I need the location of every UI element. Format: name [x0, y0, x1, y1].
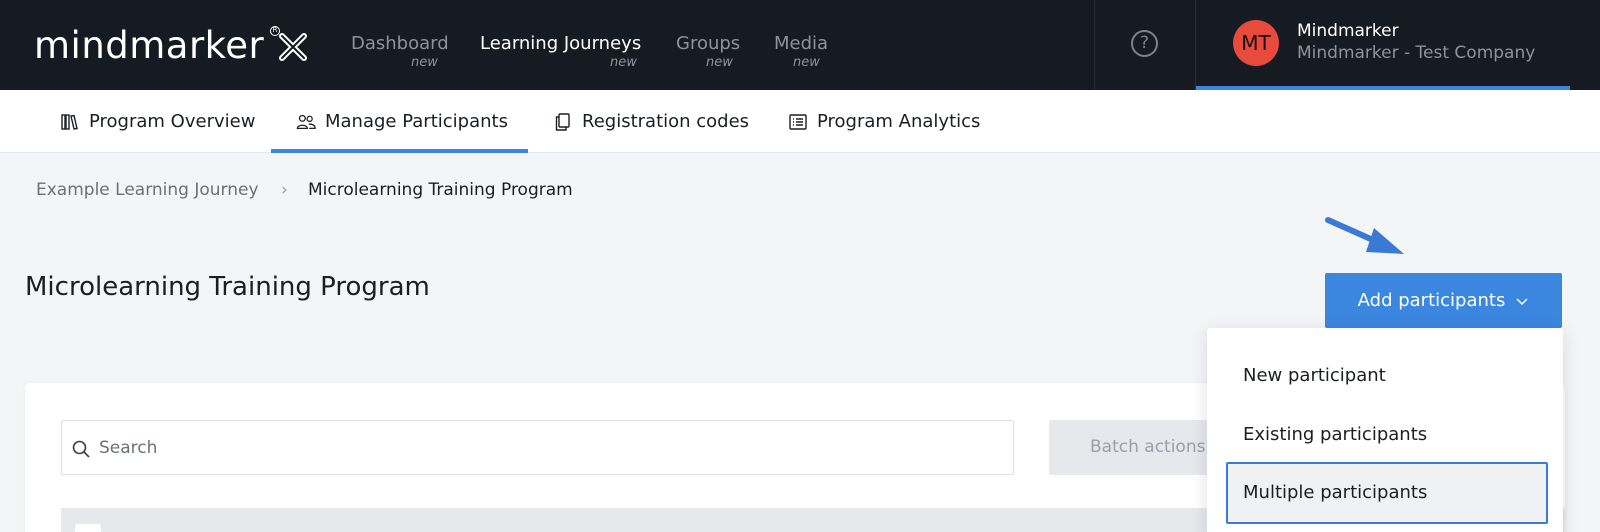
users-icon — [296, 114, 316, 129]
user-company[interactable]: Mindmarker - Test Company — [1297, 43, 1535, 63]
tab-program-analytics[interactable]: Program Analytics — [788, 90, 980, 153]
search-placeholder: Search — [99, 438, 158, 458]
tab-manage-participants[interactable]: Manage Participants — [296, 90, 508, 153]
tab-label: Manage Participants — [325, 111, 508, 132]
add-participants-label: Add participants — [1357, 290, 1506, 311]
program-subnav: Program Overview Manage Participants Reg… — [0, 90, 1600, 153]
menu-item-multiple-participants[interactable]: Multiple participants — [1243, 482, 1427, 503]
nav-learning-journeys-badge: new — [610, 55, 637, 70]
active-tab-indicator — [271, 149, 528, 153]
tab-label: Registration codes — [582, 111, 750, 132]
chevron-down-icon — [1516, 297, 1528, 305]
logo-x-icon — [279, 33, 307, 61]
nav-learning-journeys[interactable]: Learning Journeys — [480, 33, 641, 54]
user-name[interactable]: Mindmarker — [1297, 21, 1399, 41]
help-icon[interactable]: ? — [1131, 30, 1158, 57]
tab-label: Program Analytics — [817, 111, 981, 132]
breadcrumb-separator: › — [281, 180, 288, 200]
page-title: Microlearning Training Program — [25, 272, 430, 302]
add-participants-button[interactable]: Add participants — [1325, 273, 1562, 328]
menu-item-existing-participants[interactable]: Existing participants — [1243, 424, 1427, 445]
top-navbar: mindmarker R Dashboard new Learning Jour… — [0, 0, 1600, 90]
nav-divider — [1094, 0, 1095, 90]
nav-media-badge: new — [793, 55, 820, 70]
list-icon — [789, 113, 807, 130]
breadcrumb-parent[interactable]: Example Learning Journey — [36, 180, 259, 200]
search-icon — [72, 440, 90, 458]
nav-divider — [1195, 0, 1196, 90]
nav-media[interactable]: Media — [774, 33, 828, 54]
breadcrumb-current: Microlearning Training Program — [308, 180, 573, 200]
search-input[interactable]: Search — [61, 420, 1014, 475]
books-icon — [61, 113, 78, 130]
tab-registration-codes[interactable]: Registration codes — [553, 90, 749, 153]
tab-program-overview[interactable]: Program Overview — [60, 90, 255, 153]
nav-groups-badge: new — [706, 55, 733, 70]
copy-icon — [555, 112, 570, 131]
menu-item-new-participant[interactable]: New participant — [1243, 365, 1386, 386]
mindmarker-logo[interactable]: mindmarker — [34, 24, 264, 67]
tab-label: Program Overview — [89, 111, 256, 132]
nav-dashboard[interactable]: Dashboard — [351, 33, 449, 54]
nav-dashboard-badge: new — [411, 55, 438, 70]
nav-groups[interactable]: Groups — [676, 33, 740, 54]
annotation-arrow-icon — [1325, 217, 1404, 254]
select-all-checkbox[interactable] — [75, 524, 101, 532]
avatar[interactable]: MT — [1233, 20, 1279, 66]
